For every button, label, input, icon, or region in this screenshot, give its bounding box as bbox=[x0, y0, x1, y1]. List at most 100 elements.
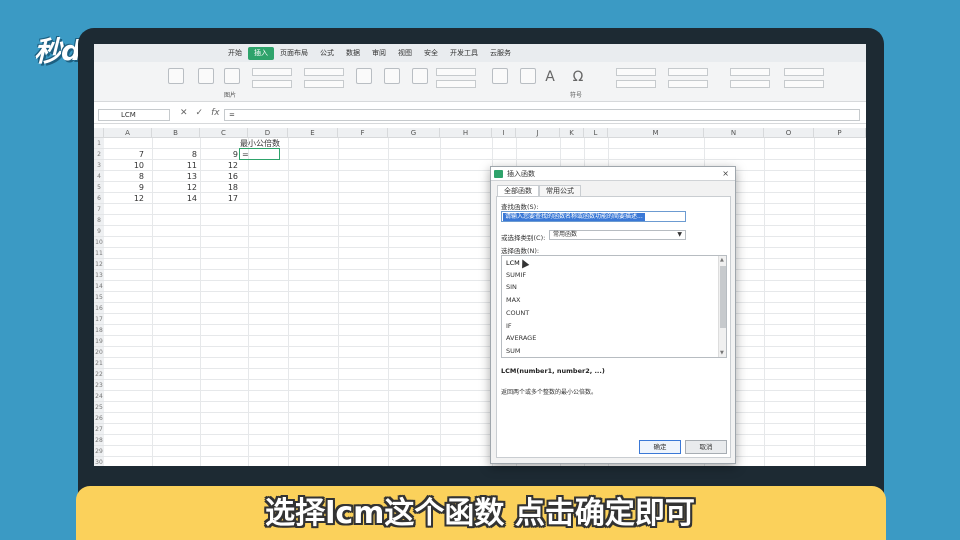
col-header[interactable]: B bbox=[152, 128, 200, 138]
wordart-icon[interactable]: A bbox=[540, 66, 560, 88]
col-header[interactable]: N bbox=[704, 128, 764, 138]
list-item-sum[interactable]: SUM bbox=[506, 345, 521, 357]
tab-view[interactable]: 视图 bbox=[392, 47, 418, 60]
cell-b3[interactable]: 11 bbox=[152, 160, 197, 171]
row-header[interactable]: 28 bbox=[94, 435, 104, 446]
toolbar-group[interactable] bbox=[784, 80, 824, 88]
row-header[interactable]: 24 bbox=[94, 391, 104, 402]
row-header[interactable]: 13 bbox=[94, 270, 104, 281]
toolbar-group[interactable] bbox=[616, 68, 656, 76]
col-header[interactable]: H bbox=[440, 128, 492, 138]
tab-insert[interactable]: 插入 bbox=[248, 46, 274, 60]
picture-icon[interactable] bbox=[224, 68, 240, 84]
row-header[interactable]: 7 bbox=[94, 204, 104, 215]
row-header[interactable]: 16 bbox=[94, 303, 104, 314]
chart-icon[interactable] bbox=[356, 68, 372, 84]
cell-c3[interactable]: 12 bbox=[200, 160, 238, 171]
col-header[interactable]: C bbox=[200, 128, 248, 138]
tab-all-functions[interactable]: 全部函数 bbox=[497, 185, 539, 196]
row-header[interactable]: 15 bbox=[94, 292, 104, 303]
cancel-button[interactable]: 取消 bbox=[685, 440, 727, 454]
toolbar-group[interactable] bbox=[616, 80, 656, 88]
confirm-icon[interactable]: ✓ bbox=[196, 108, 204, 118]
col-header[interactable]: I bbox=[492, 128, 516, 138]
row-header[interactable]: 17 bbox=[94, 314, 104, 325]
symbol-icon[interactable]: Ω bbox=[568, 66, 588, 88]
cell-b6[interactable]: 14 bbox=[152, 193, 197, 204]
ok-button[interactable]: 确定 bbox=[639, 440, 681, 454]
cell-a3[interactable]: 10 bbox=[104, 160, 144, 171]
formula-input[interactable]: = bbox=[224, 109, 860, 121]
tab-developer[interactable]: 开发工具 bbox=[444, 47, 484, 60]
tab-formulas[interactable]: 公式 bbox=[314, 47, 340, 60]
cell-a4[interactable]: 8 bbox=[104, 171, 144, 182]
list-item-average[interactable]: AVERAGE bbox=[506, 332, 536, 344]
toolbar-group[interactable] bbox=[252, 80, 292, 88]
mindmap-icon[interactable] bbox=[384, 68, 400, 84]
header-footer-icon[interactable] bbox=[520, 68, 536, 84]
toolbar-group[interactable] bbox=[730, 68, 770, 76]
cancel-icon[interactable]: ✕ bbox=[180, 108, 188, 118]
dialog-titlebar[interactable]: 插入函数 × bbox=[491, 167, 735, 181]
row-header[interactable]: 4 bbox=[94, 171, 104, 182]
col-header[interactable]: L bbox=[584, 128, 608, 138]
col-header[interactable]: G bbox=[388, 128, 440, 138]
list-scrollbar[interactable]: ▲ ▼ bbox=[718, 256, 726, 357]
tab-cloud[interactable]: 云服务 bbox=[484, 47, 517, 60]
row-header[interactable]: 21 bbox=[94, 358, 104, 369]
row-header[interactable]: 9 bbox=[94, 226, 104, 237]
cell-b2[interactable]: 8 bbox=[152, 149, 197, 160]
scroll-down-icon[interactable]: ▼ bbox=[720, 350, 724, 356]
scroll-up-icon[interactable]: ▲ bbox=[720, 257, 724, 263]
row-header[interactable]: 20 bbox=[94, 347, 104, 358]
row-header[interactable]: 6 bbox=[94, 193, 104, 204]
row-header[interactable]: 3 bbox=[94, 160, 104, 171]
row-header[interactable]: 8 bbox=[94, 215, 104, 226]
cell-c2[interactable]: 9 bbox=[200, 149, 238, 160]
row-header[interactable]: 12 bbox=[94, 259, 104, 270]
tab-security[interactable]: 安全 bbox=[418, 47, 444, 60]
toolbar-group[interactable] bbox=[668, 80, 708, 88]
row-header[interactable]: 14 bbox=[94, 281, 104, 292]
cell-d2[interactable]: = bbox=[242, 149, 272, 160]
col-header[interactable]: O bbox=[764, 128, 814, 138]
tab-data[interactable]: 数据 bbox=[340, 47, 366, 60]
tab-page-layout[interactable]: 页面布局 bbox=[274, 47, 314, 60]
cell-b5[interactable]: 12 bbox=[152, 182, 197, 193]
cell-a5[interactable]: 9 bbox=[104, 182, 144, 193]
toolbar-group[interactable] bbox=[304, 80, 344, 88]
row-header[interactable]: 18 bbox=[94, 325, 104, 336]
list-item-max[interactable]: MAX bbox=[506, 294, 521, 306]
cell-c5[interactable]: 18 bbox=[200, 182, 238, 193]
cell-a6[interactable]: 12 bbox=[104, 193, 144, 204]
row-header[interactable]: 2 bbox=[94, 149, 104, 160]
close-icon[interactable]: × bbox=[722, 167, 729, 181]
toolbar-group[interactable] bbox=[304, 68, 344, 76]
row-header[interactable]: 10 bbox=[94, 237, 104, 248]
col-header[interactable]: M bbox=[608, 128, 704, 138]
row-header[interactable]: 27 bbox=[94, 424, 104, 435]
col-header[interactable]: J bbox=[516, 128, 560, 138]
name-box[interactable]: LCM bbox=[98, 109, 170, 121]
col-header[interactable]: K bbox=[560, 128, 584, 138]
toolbar-group[interactable] bbox=[436, 80, 476, 88]
row-header[interactable]: 23 bbox=[94, 380, 104, 391]
toolbar-group[interactable] bbox=[668, 68, 708, 76]
toolbar-group[interactable] bbox=[784, 68, 824, 76]
cell-a2[interactable]: 7 bbox=[104, 149, 144, 160]
table-icon[interactable] bbox=[168, 68, 184, 84]
row-header[interactable]: 30 bbox=[94, 457, 104, 466]
list-item-if[interactable]: IF bbox=[506, 320, 512, 332]
col-header[interactable]: E bbox=[288, 128, 338, 138]
flowchart-icon[interactable] bbox=[412, 68, 428, 84]
row-header[interactable]: 11 bbox=[94, 248, 104, 259]
toolbar-group[interactable] bbox=[252, 68, 292, 76]
cell-c4[interactable]: 16 bbox=[200, 171, 238, 182]
row-header[interactable]: 26 bbox=[94, 413, 104, 424]
scroll-thumb[interactable] bbox=[720, 266, 726, 328]
row-header[interactable]: 22 bbox=[94, 369, 104, 380]
shape-icon[interactable] bbox=[198, 68, 214, 84]
tab-home[interactable]: 开始 bbox=[222, 47, 248, 60]
row-header[interactable]: 1 bbox=[94, 138, 104, 149]
col-header[interactable]: A bbox=[104, 128, 152, 138]
